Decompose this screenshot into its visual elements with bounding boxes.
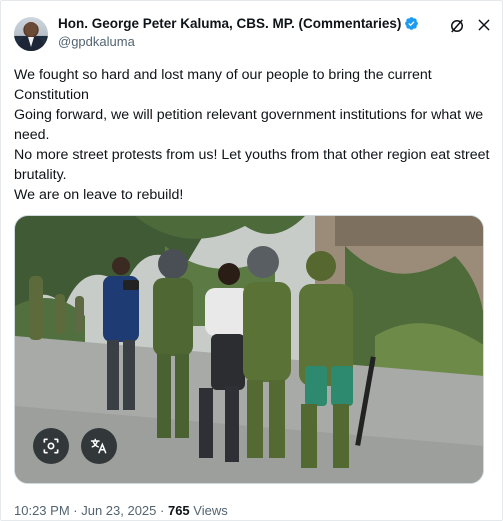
- translate-icon: [90, 438, 107, 454]
- tweet-line: We fought so hard and lost many of our p…: [14, 67, 432, 103]
- grok-icon[interactable]: [448, 17, 466, 35]
- views-count: 765: [167, 503, 190, 518]
- lens-button[interactable]: [33, 428, 69, 464]
- author-display-name[interactable]: Hon. George Peter Kaluma, CBS. MP. (Comm…: [58, 16, 401, 31]
- meta-separator: ·: [69, 503, 82, 518]
- tweet-meta: 10:23 PM · Jun 23, 2025 · 765 Views: [14, 503, 228, 518]
- tweet-date[interactable]: Jun 23, 2025: [81, 503, 156, 518]
- close-icon[interactable]: [476, 17, 492, 33]
- views-label: Views: [189, 503, 228, 518]
- avatar[interactable]: [14, 17, 48, 51]
- tweet-header: Hon. George Peter Kaluma, CBS. MP. (Comm…: [14, 15, 492, 55]
- tweet-text: We fought so hard and lost many of our p…: [14, 65, 492, 205]
- tweet-photo[interactable]: [14, 215, 484, 484]
- tweet-card: Hon. George Peter Kaluma, CBS. MP. (Comm…: [0, 0, 503, 521]
- meta-separator: ·: [156, 503, 168, 518]
- tweet-line: We are on leave to rebuild!: [14, 187, 184, 203]
- author-handle[interactable]: @gpdkaluma: [58, 34, 135, 49]
- avatar-face: [25, 22, 37, 36]
- author-name-row[interactable]: Hon. George Peter Kaluma, CBS. MP. (Comm…: [58, 16, 419, 31]
- tweet-time[interactable]: 10:23 PM: [14, 503, 70, 518]
- verified-badge-icon: [405, 17, 419, 30]
- tweet-line: Going forward, we will petition relevant…: [14, 107, 484, 143]
- lens-icon: [43, 438, 59, 454]
- translate-button[interactable]: [81, 428, 117, 464]
- tweet-line: No more street protests from us! Let you…: [14, 147, 490, 183]
